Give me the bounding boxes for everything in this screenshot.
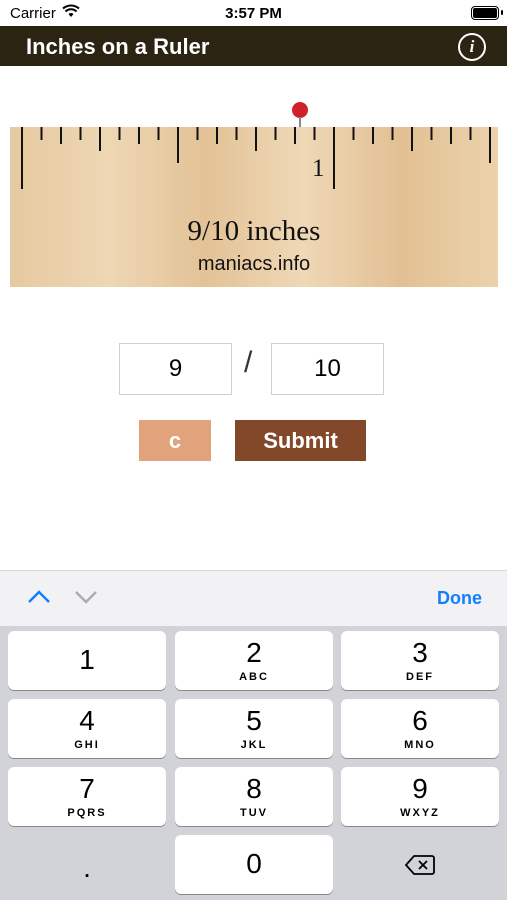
- site-watermark: maniacs.info: [197, 253, 311, 275]
- key-letters: MNO: [404, 739, 436, 751]
- delete-key[interactable]: [341, 835, 499, 894]
- key-decimal[interactable]: .: [8, 838, 166, 897]
- status-bar: Carrier 3:57 PM: [0, 0, 507, 26]
- clock: 3:57 PM: [225, 5, 282, 22]
- key-letters: PQRS: [67, 807, 107, 819]
- fraction-slash: /: [244, 346, 253, 379]
- ruler-pin-icon: [292, 102, 308, 118]
- number-keypad: 1 2 ABC 3 DEF 4 GHI 5 JKL 6 MNO 7 PQRS 8…: [0, 626, 507, 900]
- key-digit: 1: [79, 644, 95, 675]
- key-4[interactable]: 4 GHI: [8, 699, 166, 758]
- key-2[interactable]: 2 ABC: [175, 631, 333, 690]
- denominator-input[interactable]: 10: [271, 343, 384, 395]
- key-digit: 0: [246, 848, 262, 879]
- done-button[interactable]: Done: [437, 588, 482, 609]
- key-digit: 9: [412, 773, 428, 804]
- key-5[interactable]: 5 JKL: [175, 699, 333, 758]
- key-digit: 8: [246, 773, 262, 804]
- key-9[interactable]: 9 WXYZ: [341, 767, 499, 826]
- info-icon[interactable]: i: [458, 33, 486, 61]
- keyboard-toolbar: Done: [0, 570, 507, 627]
- key-1[interactable]: 1: [8, 631, 166, 690]
- key-digit: 6: [412, 705, 428, 736]
- key-letters: TUV: [240, 807, 268, 819]
- key-letters: GHI: [74, 739, 100, 751]
- key-digit: 7: [79, 773, 95, 804]
- key-7[interactable]: 7 PQRS: [8, 767, 166, 826]
- ruler-inch-label: 1: [312, 155, 325, 182]
- ruler-image: 1 9/10 inches maniacs.info: [10, 127, 498, 287]
- submit-button[interactable]: Submit: [235, 420, 366, 461]
- key-digit: 5: [246, 705, 262, 736]
- backspace-icon: [404, 855, 435, 875]
- key-letters: ABC: [239, 671, 269, 683]
- key-letters: JKL: [240, 739, 268, 751]
- chevron-down-icon[interactable]: [74, 589, 98, 605]
- numerator-input[interactable]: 9: [119, 343, 232, 395]
- key-0[interactable]: 0: [175, 835, 333, 894]
- key-letters: DEF: [406, 671, 434, 683]
- chevron-up-icon[interactable]: [27, 589, 51, 605]
- ruler-ticks: [21, 127, 491, 189]
- navigation-bar: Inches on a Ruler i: [0, 26, 507, 66]
- key-digit: 4: [79, 705, 95, 736]
- key-8[interactable]: 8 TUV: [175, 767, 333, 826]
- key-letters: WXYZ: [400, 807, 440, 819]
- battery-cap: [501, 10, 503, 15]
- key-digit: 3: [412, 637, 428, 668]
- key-6[interactable]: 6 MNO: [341, 699, 499, 758]
- app-title: Inches on a Ruler: [26, 34, 210, 59]
- clear-button[interactable]: c: [139, 420, 211, 461]
- measurement-text: 9/10 inches: [187, 215, 321, 247]
- key-digit: 2: [246, 637, 262, 668]
- key-3[interactable]: 3 DEF: [341, 631, 499, 690]
- battery-icon: [471, 6, 499, 20]
